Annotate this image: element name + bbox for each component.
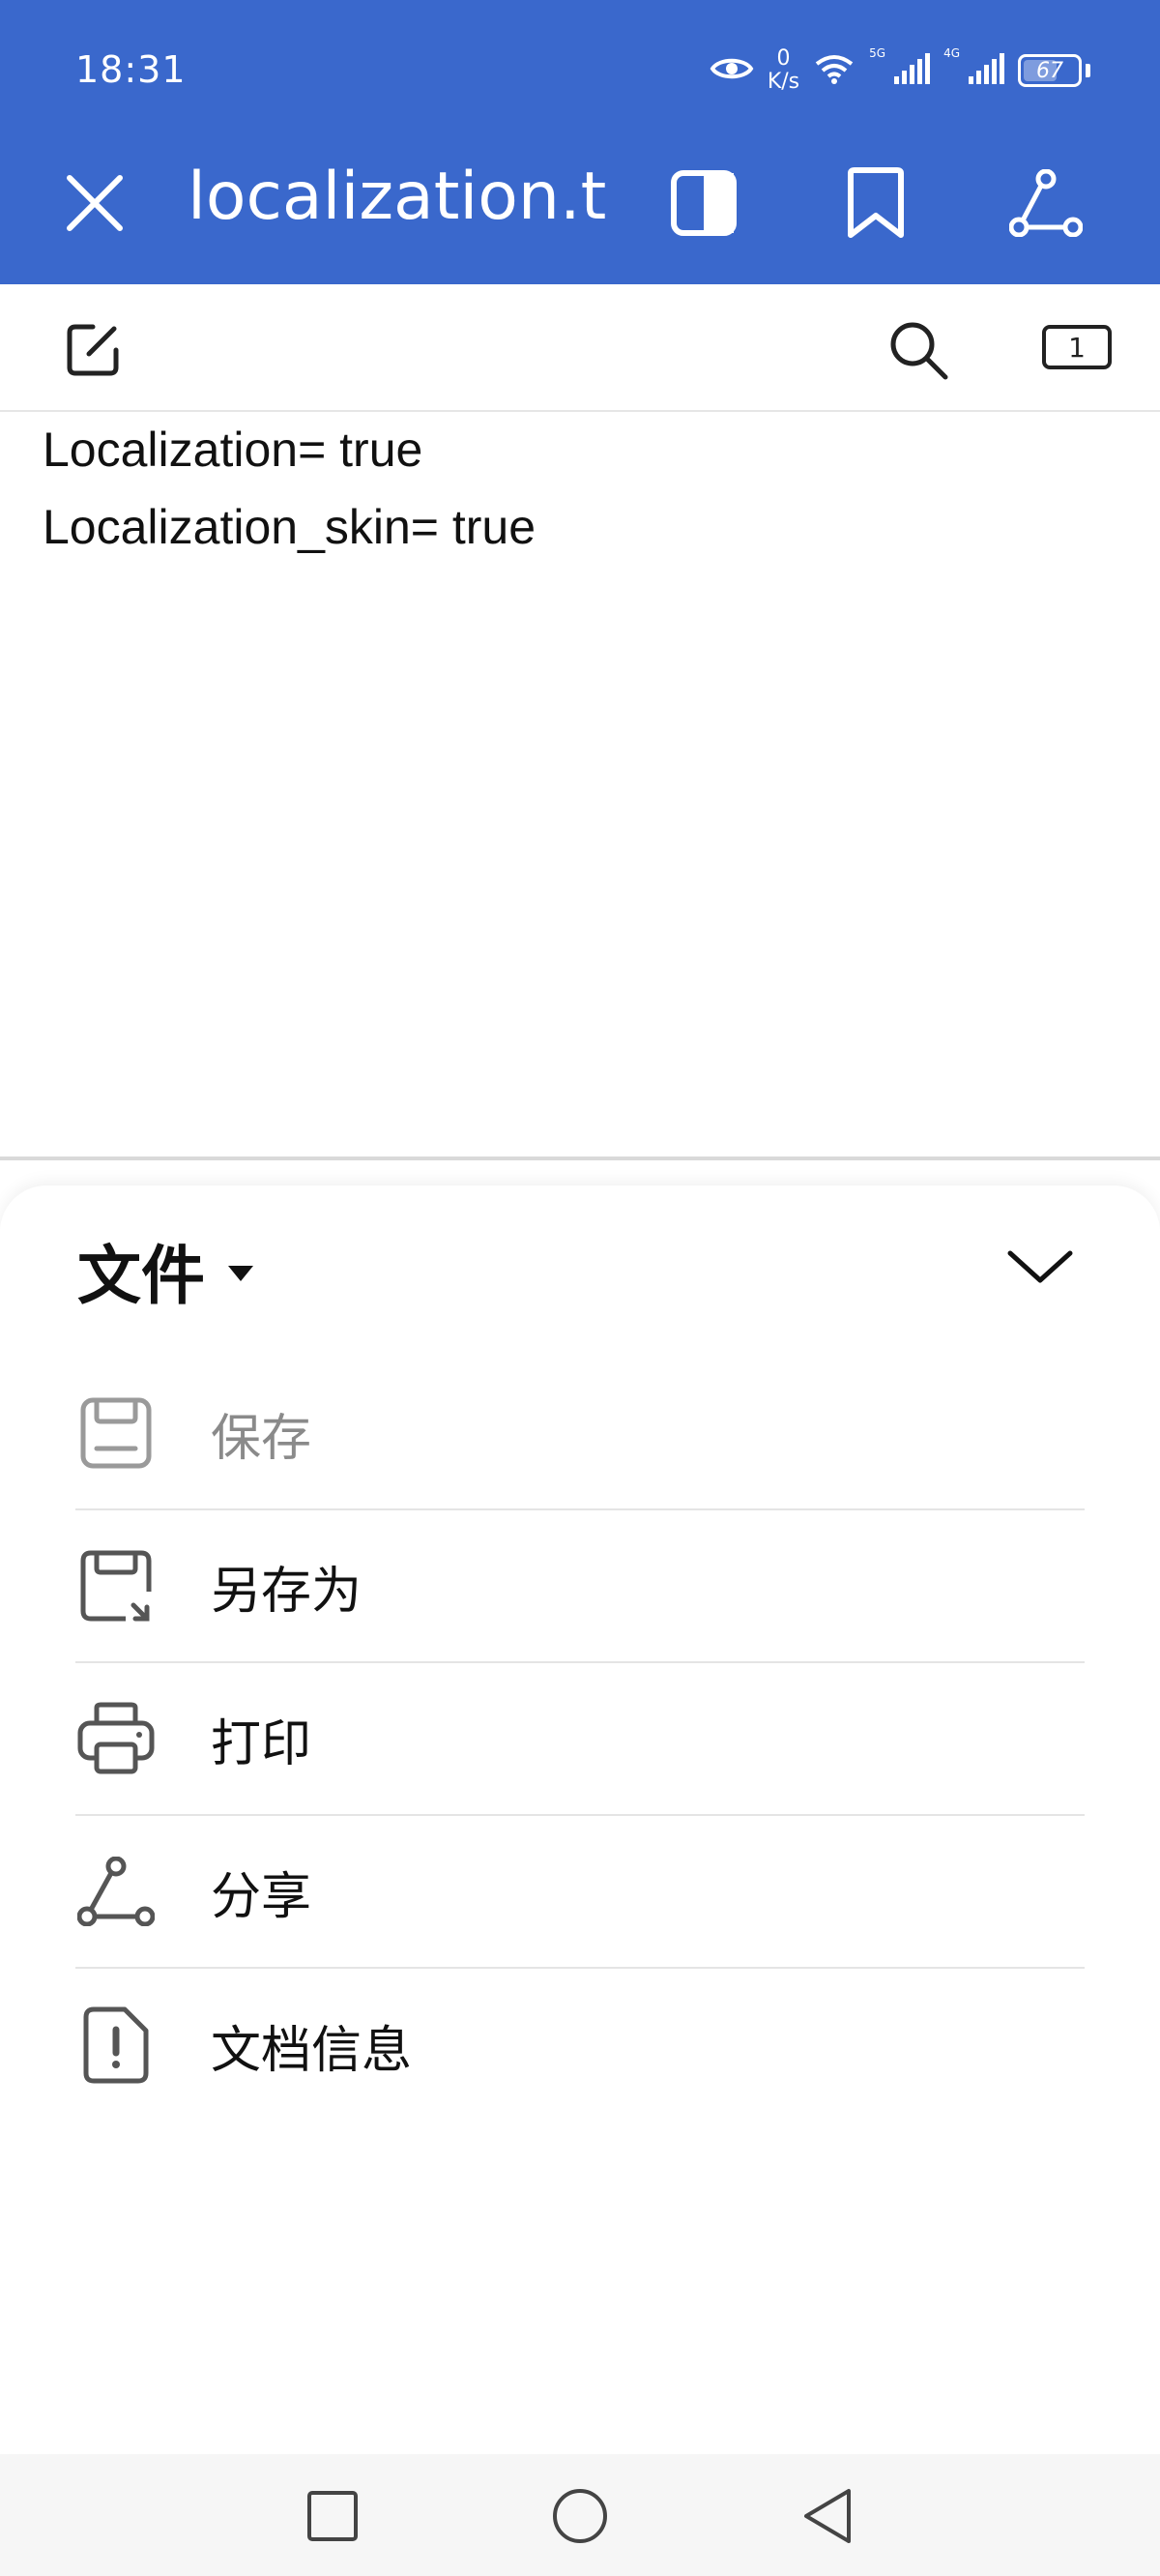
signal-strength-icon [893, 53, 931, 88]
menu-item-label: 保存 [211, 1409, 312, 1468]
save-icon [75, 1392, 157, 1474]
status-icons: 0 K/s 5G 4G 67 [710, 37, 1090, 104]
file-menu-sheet: 文件 保存 另存为 打印 分享 文档信息 [0, 1186, 1160, 2454]
edit-icon [67, 324, 119, 376]
file-menu-list: 保存 另存为 打印 分享 文档信息 [75, 1358, 1085, 2122]
menu-item-save-as[interactable]: 另存为 [75, 1510, 1085, 1663]
system-nav-bar [0, 2454, 1160, 2576]
bookmark-button[interactable] [829, 157, 922, 249]
menu-item-share[interactable]: 分享 [75, 1816, 1085, 1969]
battery-icon: 67 [1018, 54, 1082, 87]
network-speed-value: 0 [776, 46, 791, 71]
menu-item-label: 另存为 [211, 1562, 362, 1621]
network-speed: 0 K/s [768, 47, 799, 94]
print-icon [75, 1698, 157, 1779]
edit-toolbar: 1 [0, 284, 1160, 412]
menu-item-save[interactable]: 保存 [75, 1358, 1085, 1510]
back-button[interactable] [791, 2479, 864, 2553]
share-button[interactable] [1000, 157, 1092, 249]
status-time: 18:31 [75, 48, 187, 91]
signal1-label: 5G [869, 46, 886, 60]
save-as-icon [75, 1545, 157, 1626]
page-count-button[interactable]: 1 [1042, 325, 1112, 369]
edit-button[interactable] [54, 311, 131, 389]
close-button[interactable] [56, 164, 133, 242]
top-app-bar: 18:31 0 K/s 5G 4G 67 localization.t.. [0, 0, 1160, 284]
page-count: 1 [1068, 331, 1086, 364]
signal-strength-icon-2 [968, 53, 1004, 88]
menu-item-print[interactable]: 打印 [75, 1663, 1085, 1816]
home-button[interactable] [543, 2479, 617, 2553]
recents-square-icon [307, 2491, 358, 2541]
recents-button[interactable] [296, 2479, 369, 2553]
menu-item-label: 分享 [211, 1867, 312, 1926]
home-circle-icon [553, 2489, 607, 2543]
menu-item-label: 打印 [211, 1714, 312, 1773]
document-line: Localization_skin= true [43, 500, 536, 554]
wifi-icon [813, 52, 856, 89]
reading-mode-button[interactable] [657, 157, 750, 249]
document-line: Localization= true [43, 423, 423, 477]
chevron-down-icon [1007, 1250, 1073, 1283]
close-icon [67, 175, 123, 231]
document-body[interactable]: Localization= true Localization_skin= tr… [0, 412, 1160, 1160]
share-icon [75, 1851, 157, 1932]
share-icon [1009, 169, 1083, 237]
battery-tip [1086, 64, 1090, 77]
menu-item-label: 文档信息 [211, 2021, 413, 2080]
caret-down-icon [228, 1266, 253, 1281]
bookmark-icon [848, 167, 904, 238]
reading-mode-icon [671, 170, 737, 236]
signal2-label: 4G [943, 46, 960, 60]
back-triangle-icon [804, 2489, 851, 2543]
title-row: localization.t.. [0, 145, 1160, 251]
eye-icon [710, 54, 754, 87]
document-title: localization.t.. [188, 159, 613, 235]
collapse-sheet-button[interactable] [1001, 1228, 1079, 1305]
battery-percent: 67 [1036, 58, 1063, 83]
document-info-icon [75, 2005, 157, 2086]
sheet-title: 文件 [77, 1239, 205, 1313]
search-button[interactable] [878, 309, 959, 391]
menu-item-document-info[interactable]: 文档信息 [75, 1969, 1085, 2122]
search-icon [890, 322, 948, 380]
sheet-header[interactable]: 文件 [77, 1224, 253, 1317]
network-speed-unit: K/s [767, 70, 800, 94]
